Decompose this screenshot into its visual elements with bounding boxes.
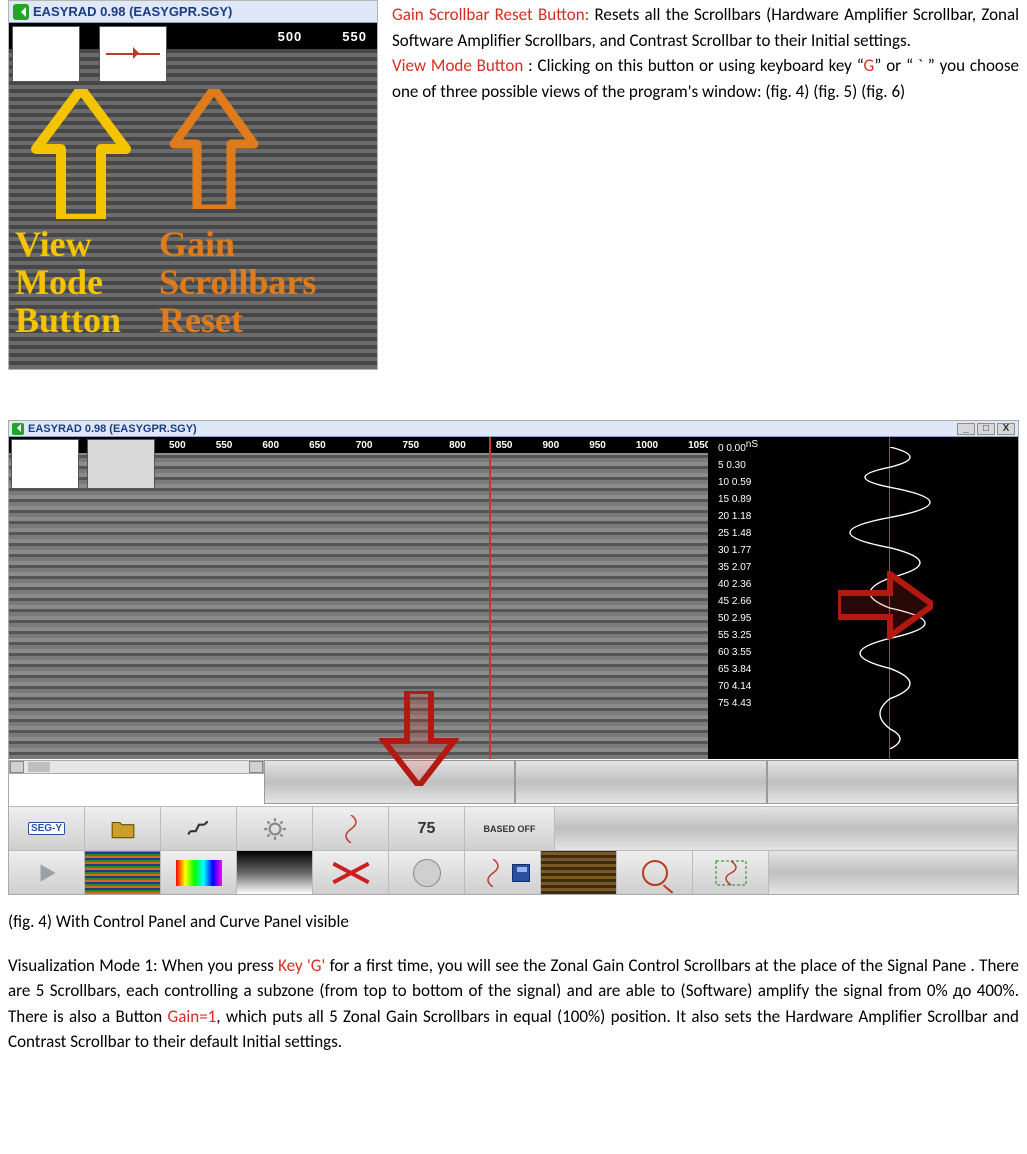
position-marker [489,437,491,759]
scroll-grip[interactable] [28,762,50,772]
back-icon [13,4,29,20]
maximize-button[interactable]: □ [977,423,995,435]
gain-reset-label: Gain Scrollbar Reset Button: [392,4,589,25]
mini-panel-2 [87,439,155,489]
number-display: 75 [389,807,465,850]
bottom-toolbar: SEG-Y 75 BASED OFF [9,806,1018,894]
mini-panel-1 [11,439,79,489]
fig4-caption: (fig. 4) With Control Panel and Curve Pa… [8,909,1019,935]
settings-button[interactable] [237,807,313,850]
palette2-button[interactable] [161,851,237,894]
fig-thumb: EASYRAD 0.98 (EASYGPR.SGY) 500 550 [8,0,378,370]
connector-button[interactable] [161,807,237,850]
paragraph-1: Gain Scrollbar Reset Button: Resets all … [392,0,1019,104]
label-view-mode-button: View Mode Button [15,226,121,339]
radargram: 500550 600650 700750 800850 900950 10001… [9,437,708,759]
toolbar-spacer-2 [769,851,1018,894]
minimize-button[interactable]: _ [957,423,975,435]
close-button[interactable]: X [997,423,1015,435]
bands-button[interactable] [541,851,617,894]
yellow-arrow-icon [31,89,131,219]
wave-green-button[interactable] [693,851,769,894]
play-button[interactable] [9,851,85,894]
curve-ticks: 0 0.005 0.30 10 0.5915 0.89 20 1.1825 1.… [718,443,751,709]
curve-wave [780,447,1000,749]
gain-slider-2[interactable] [515,760,766,804]
thumb-titlebar: EASYRAD 0.98 (EASYGPR.SGY) [9,1,377,23]
wave-save-button[interactable] [465,851,541,894]
scroll-left-button[interactable] [10,761,24,773]
segy-button[interactable]: SEG-Y [9,807,85,850]
curve-panel: nS 0 0.005 0.30 10 0.5915 0.89 20 1.1825… [708,437,1018,759]
open-button[interactable] [85,807,161,850]
palette1-button[interactable] [85,851,161,894]
gain-slider-3[interactable] [767,760,1018,804]
magnifier-icon [642,860,668,886]
fig4-titlebar: EASYRAD 0.98 (EASYGPR.SGY) _ □ X [9,421,1018,437]
gain-slider-1[interactable] [264,760,515,804]
toolbar-spacer [555,807,1018,850]
paragraph-2: Visualization Mode 1: When you press Key… [8,953,1019,1055]
mini-panel-2 [99,26,167,82]
delete-button[interactable] [313,851,389,894]
horizontal-scrollbar[interactable] [9,760,264,774]
view-mode-label: View Mode Button [392,55,523,76]
window-buttons: _ □ X [957,423,1015,435]
zoom-button[interactable] [617,851,693,894]
floppy-icon [512,864,530,882]
label-gain-scrollbars-reset: Gain Scrollbars Reset [159,226,316,339]
scroll-right-button[interactable] [249,761,263,773]
fig4-title: EASYRAD 0.98 (EASYGPR.SGY) [28,423,197,435]
thumb-title: EASYRAD 0.98 (EASYGPR.SGY) [33,4,232,19]
wave-button[interactable] [313,807,389,850]
back-icon[interactable] [12,423,24,435]
orange-arrow-icon [169,89,259,209]
palette3-button[interactable] [237,851,313,894]
mini-panel-1 [12,26,80,82]
circle-button[interactable] [389,851,465,894]
fig4-screenshot: EASYRAD 0.98 (EASYGPR.SGY) _ □ X 500550 … [8,420,1019,895]
based-off-button[interactable]: BASED OFF [465,807,555,850]
gain-sliders [264,760,1018,804]
